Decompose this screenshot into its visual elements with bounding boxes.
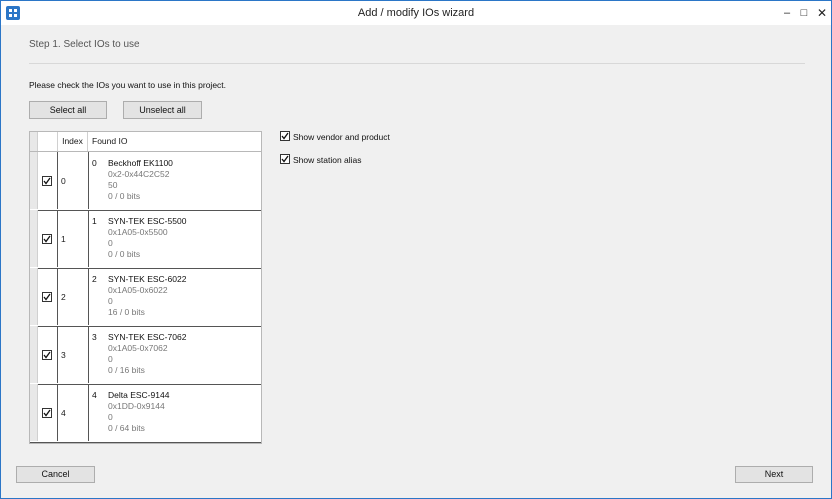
row-selector[interactable] <box>30 326 38 383</box>
io-product-name: SYN-TEK ESC-5500 <box>108 216 187 226</box>
io-checkbox[interactable] <box>42 292 52 302</box>
io-product-name: Beckhoff EK1100 <box>108 158 173 168</box>
show-alias-label: Show station alias <box>293 155 362 165</box>
window-title: Add / modify IOs wizard <box>357 7 475 19</box>
checkbox-cell <box>38 210 58 267</box>
row-index: 3 <box>61 350 66 360</box>
io-bits: 0 / 0 bits <box>108 191 141 201</box>
index-cell: 1 <box>58 210 89 267</box>
io-number: 2 <box>92 274 97 284</box>
show-alias-checkbox[interactable] <box>280 154 290 164</box>
io-vendor-product-id: 0x1DD-0x9144 <box>108 401 165 411</box>
io-vendor-product-id: 0x1A05-0x6022 <box>108 285 168 295</box>
index-column-header[interactable]: Index <box>58 132 88 151</box>
wizard-window: Add / modify IOs wizard – □ ✕ Step 1. Se… <box>0 0 832 499</box>
checkbox-cell <box>38 268 58 325</box>
io-station-alias: 0 <box>108 412 113 422</box>
checkbox-cell <box>38 384 58 441</box>
step-title: Step 1. Select IOs to use <box>29 39 140 50</box>
io-vendor-product-id: 0x1A05-0x5500 <box>108 227 168 237</box>
show-alias-option[interactable]: Show station alias <box>280 154 362 165</box>
io-station-alias: 0 <box>108 354 113 364</box>
row-selector[interactable] <box>30 268 38 325</box>
io-checkbox[interactable] <box>42 350 52 360</box>
title-bar[interactable]: Add / modify IOs wizard – □ ✕ <box>1 1 831 25</box>
show-vendor-checkbox[interactable] <box>280 131 290 141</box>
found-io-column-header[interactable]: Found IO <box>92 132 127 151</box>
table-row[interactable]: 1 1 SYN-TEK ESC-5500 0x1A05-0x5500 0 0 / 0 bi… <box>30 210 261 269</box>
io-vendor-product-id: 0x1A05-0x7062 <box>108 343 168 353</box>
checkbox-cell <box>38 326 58 383</box>
io-bits: 0 / 64 bits <box>108 423 145 433</box>
row-selector[interactable] <box>30 210 38 267</box>
found-io-cell: 4 Delta ESC-9144 0x1DD-0x9144 0 0 / 64 bits <box>92 390 169 434</box>
grid-header: Index Found IO <box>30 132 261 152</box>
row-index: 4 <box>61 408 66 418</box>
io-number: 3 <box>92 332 97 342</box>
instructions-text: Please check the IOs you want to use in … <box>29 80 227 90</box>
io-bits: 0 / 0 bits <box>108 249 141 259</box>
found-io-cell: 0 Beckhoff EK1100 0x2-0x44C2C52 50 0 / 0 bit… <box>92 158 173 202</box>
maximize-button[interactable]: □ <box>795 4 813 22</box>
next-button[interactable]: Next <box>735 466 813 483</box>
io-bits: 16 / 0 bits <box>108 307 145 317</box>
io-product-name: SYN-TEK ESC-6022 <box>108 274 187 284</box>
unselect-all-button[interactable]: Unselect all <box>123 101 202 119</box>
found-io-cell: 2 SYN-TEK ESC-6022 0x1A05-0x6022 0 16 / 0 bi… <box>92 274 186 318</box>
index-cell: 3 <box>58 326 89 383</box>
cancel-button[interactable]: Cancel <box>16 466 95 483</box>
io-number: 1 <box>92 216 97 226</box>
show-vendor-label: Show vendor and product <box>293 132 390 142</box>
show-vendor-option[interactable]: Show vendor and product <box>280 131 390 142</box>
io-grid: Index Found IO 0 0 Beckhoff EK1100 0x2-0x44… <box>29 131 262 444</box>
table-row[interactable]: 3 3 SYN-TEK ESC-7062 0x1A05-0x7062 0 0 / 16 b… <box>30 326 261 385</box>
io-station-alias: 0 <box>108 296 113 306</box>
io-checkbox[interactable] <box>42 234 52 244</box>
io-product-name: Delta ESC-9144 <box>108 390 170 400</box>
minimize-button[interactable]: – <box>778 4 796 22</box>
close-button[interactable]: ✕ <box>813 4 831 22</box>
io-product-name: SYN-TEK ESC-7062 <box>108 332 187 342</box>
io-checkbox[interactable] <box>42 408 52 418</box>
found-io-cell: 3 SYN-TEK ESC-7062 0x1A05-0x7062 0 0 / 16 bi… <box>92 332 186 376</box>
io-number: 0 <box>92 158 97 168</box>
io-number: 4 <box>92 390 97 400</box>
row-index: 2 <box>61 292 66 302</box>
row-index: 0 <box>61 176 66 186</box>
row-index: 1 <box>61 234 66 244</box>
io-vendor-product-id: 0x2-0x44C2C52 <box>108 169 170 179</box>
row-selector-header <box>30 132 38 151</box>
select-all-button[interactable]: Select all <box>29 101 107 119</box>
io-checkbox[interactable] <box>42 176 52 186</box>
divider <box>29 63 805 64</box>
io-bits: 0 / 16 bits <box>108 365 145 375</box>
index-cell: 4 <box>58 384 89 441</box>
io-station-alias: 50 <box>108 180 118 190</box>
table-row[interactable]: 0 0 Beckhoff EK1100 0x2-0x44C2C52 50 0 / 0 bi… <box>30 152 261 211</box>
index-cell: 0 <box>58 152 89 209</box>
table-row[interactable]: 4 4 Delta ESC-9144 0x1DD-0x9144 0 0 / 64 bits <box>30 384 261 443</box>
checkbox-column-header <box>38 132 58 151</box>
index-cell: 2 <box>58 268 89 325</box>
io-station-alias: 0 <box>108 238 113 248</box>
row-selector[interactable] <box>30 152 38 209</box>
found-io-cell: 1 SYN-TEK ESC-5500 0x1A05-0x5500 0 0 / 0 bit… <box>92 216 186 260</box>
row-selector[interactable] <box>30 384 38 441</box>
checkbox-cell <box>38 152 58 209</box>
table-row[interactable]: 2 2 SYN-TEK ESC-6022 0x1A05-0x6022 0 16 / 0 b… <box>30 268 261 327</box>
